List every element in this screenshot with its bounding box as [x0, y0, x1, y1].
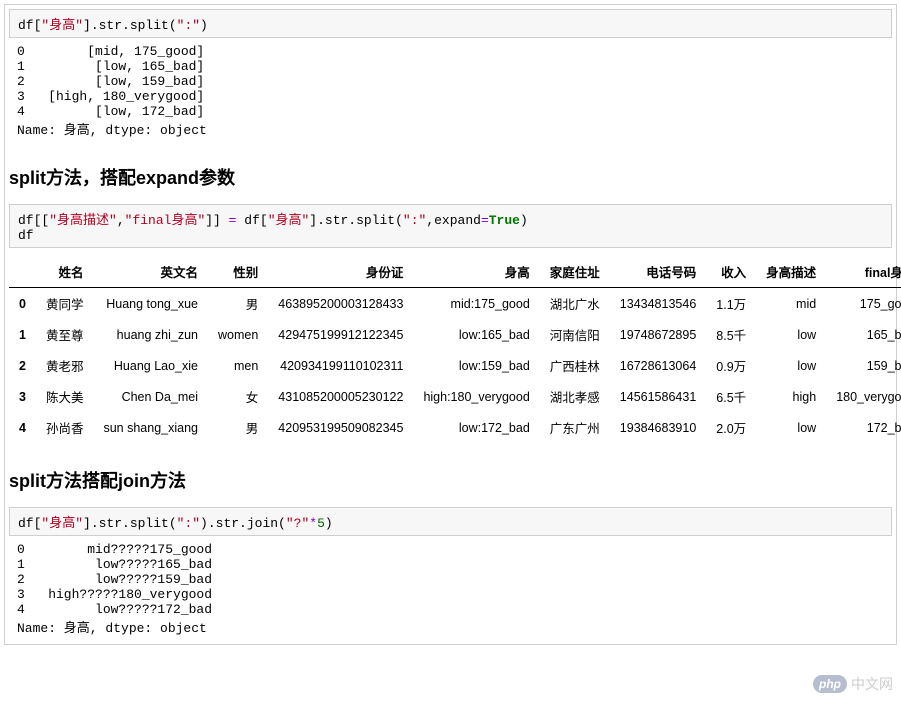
df-cell: 19384683910 [610, 412, 706, 443]
section-title-split-join: split方法搭配join方法 [9, 467, 892, 493]
df-cell: 165_bad [826, 319, 901, 350]
code-cell-3[interactable]: df["身高"].str.split(":").str.join("?"*5) [9, 507, 892, 536]
table-row: 2黄老邪Huang Lao_xiemen420934199110102311lo… [9, 350, 901, 381]
df-cell: low:165_bad [413, 319, 539, 350]
df-cell: 431085200005230122 [268, 381, 413, 412]
df-cell: 180_verygood [826, 381, 901, 412]
df-cell: 男 [208, 288, 268, 320]
df-column-header: 姓名 [36, 256, 94, 288]
df-row-index: 2 [9, 350, 36, 381]
df-cell: 6.5千 [706, 381, 756, 412]
table-row: 1黄至尊huang zhi_zunwomen429475199912122345… [9, 319, 901, 350]
df-cell: 女 [208, 381, 268, 412]
table-row: 4孙尚香sun shang_xiang男420953199509082345lo… [9, 412, 901, 443]
dataframe-output: 姓名英文名性别身份证身高家庭住址电话号码收入身高描述final身高 0黄同学Hu… [9, 256, 901, 443]
df-column-header: 电话号码 [610, 256, 706, 288]
df-cell: Chen Da_mei [93, 381, 208, 412]
df-cell: 1.1万 [706, 288, 756, 320]
output-cell-3: 0 mid?????175_good 1 low?????165_bad 2 l… [9, 536, 892, 638]
df-column-header: final身高 [826, 256, 901, 288]
df-cell: high:180_verygood [413, 381, 539, 412]
df-row-index: 1 [9, 319, 36, 350]
df-cell: 0.9万 [706, 350, 756, 381]
df-cell: 463895200003128433 [268, 288, 413, 320]
df-cell: 黄老邪 [36, 350, 94, 381]
df-cell: 广东广州 [540, 412, 610, 443]
df-column-header: 收入 [706, 256, 756, 288]
df-cell: 159_bad [826, 350, 901, 381]
df-cell: 湖北广水 [540, 288, 610, 320]
df-cell: 陈大美 [36, 381, 94, 412]
df-cell: sun shang_xiang [93, 412, 208, 443]
df-cell: 2.0万 [706, 412, 756, 443]
df-column-header: 性别 [208, 256, 268, 288]
df-cell: 420934199110102311 [268, 350, 413, 381]
df-cell: men [208, 350, 268, 381]
df-cell: 男 [208, 412, 268, 443]
section-title-split-expand: split方法，搭配expand参数 [9, 164, 892, 190]
df-column-header: 家庭住址 [540, 256, 610, 288]
df-cell: 湖北孝感 [540, 381, 610, 412]
notebook-container: df["身高"].str.split(":") 0 [mid, 175_good… [4, 4, 897, 645]
df-cell: 19748672895 [610, 319, 706, 350]
df-row-index: 0 [9, 288, 36, 320]
df-column-header: 英文名 [93, 256, 208, 288]
df-column-header: 身份证 [268, 256, 413, 288]
df-cell: 420953199509082345 [268, 412, 413, 443]
df-cell: low:159_bad [413, 350, 539, 381]
df-cell: low:172_bad [413, 412, 539, 443]
df-cell: huang zhi_zun [93, 319, 208, 350]
code-cell-2[interactable]: df[["身高描述","final身高"]] = df["身高"].str.sp… [9, 204, 892, 248]
df-cell: 175_good [826, 288, 901, 320]
df-cell: 172_bad [826, 412, 901, 443]
table-row: 0黄同学Huang tong_xue男463895200003128433mid… [9, 288, 901, 320]
watermark-text: 中文网 [851, 674, 893, 694]
df-cell: Huang tong_xue [93, 288, 208, 320]
df-cell: low [756, 319, 826, 350]
df-cell: 黄至尊 [36, 319, 94, 350]
table-row: 3陈大美Chen Da_mei女431085200005230122high:1… [9, 381, 901, 412]
df-row-index: 3 [9, 381, 36, 412]
df-cell: mid [756, 288, 826, 320]
df-cell: women [208, 319, 268, 350]
df-cell: 8.5千 [706, 319, 756, 350]
df-cell: 河南信阳 [540, 319, 610, 350]
df-row-index: 4 [9, 412, 36, 443]
df-cell: 黄同学 [36, 288, 94, 320]
df-corner [9, 256, 36, 288]
df-cell: mid:175_good [413, 288, 539, 320]
df-cell: low [756, 350, 826, 381]
df-column-header: 身高 [413, 256, 539, 288]
df-cell: low [756, 412, 826, 443]
df-cell: Huang Lao_xie [93, 350, 208, 381]
df-cell: 16728613064 [610, 350, 706, 381]
df-column-header: 身高描述 [756, 256, 826, 288]
watermark-badge: php [813, 675, 847, 693]
watermark: php 中文网 [813, 674, 893, 694]
code-cell-1[interactable]: df["身高"].str.split(":") [9, 9, 892, 38]
df-cell: 429475199912122345 [268, 319, 413, 350]
df-cell: 孙尚香 [36, 412, 94, 443]
output-cell-1: 0 [mid, 175_good] 1 [low, 165_bad] 2 [lo… [9, 38, 892, 140]
df-cell: 广西桂林 [540, 350, 610, 381]
df-cell: high [756, 381, 826, 412]
df-cell: 14561586431 [610, 381, 706, 412]
df-cell: 13434813546 [610, 288, 706, 320]
